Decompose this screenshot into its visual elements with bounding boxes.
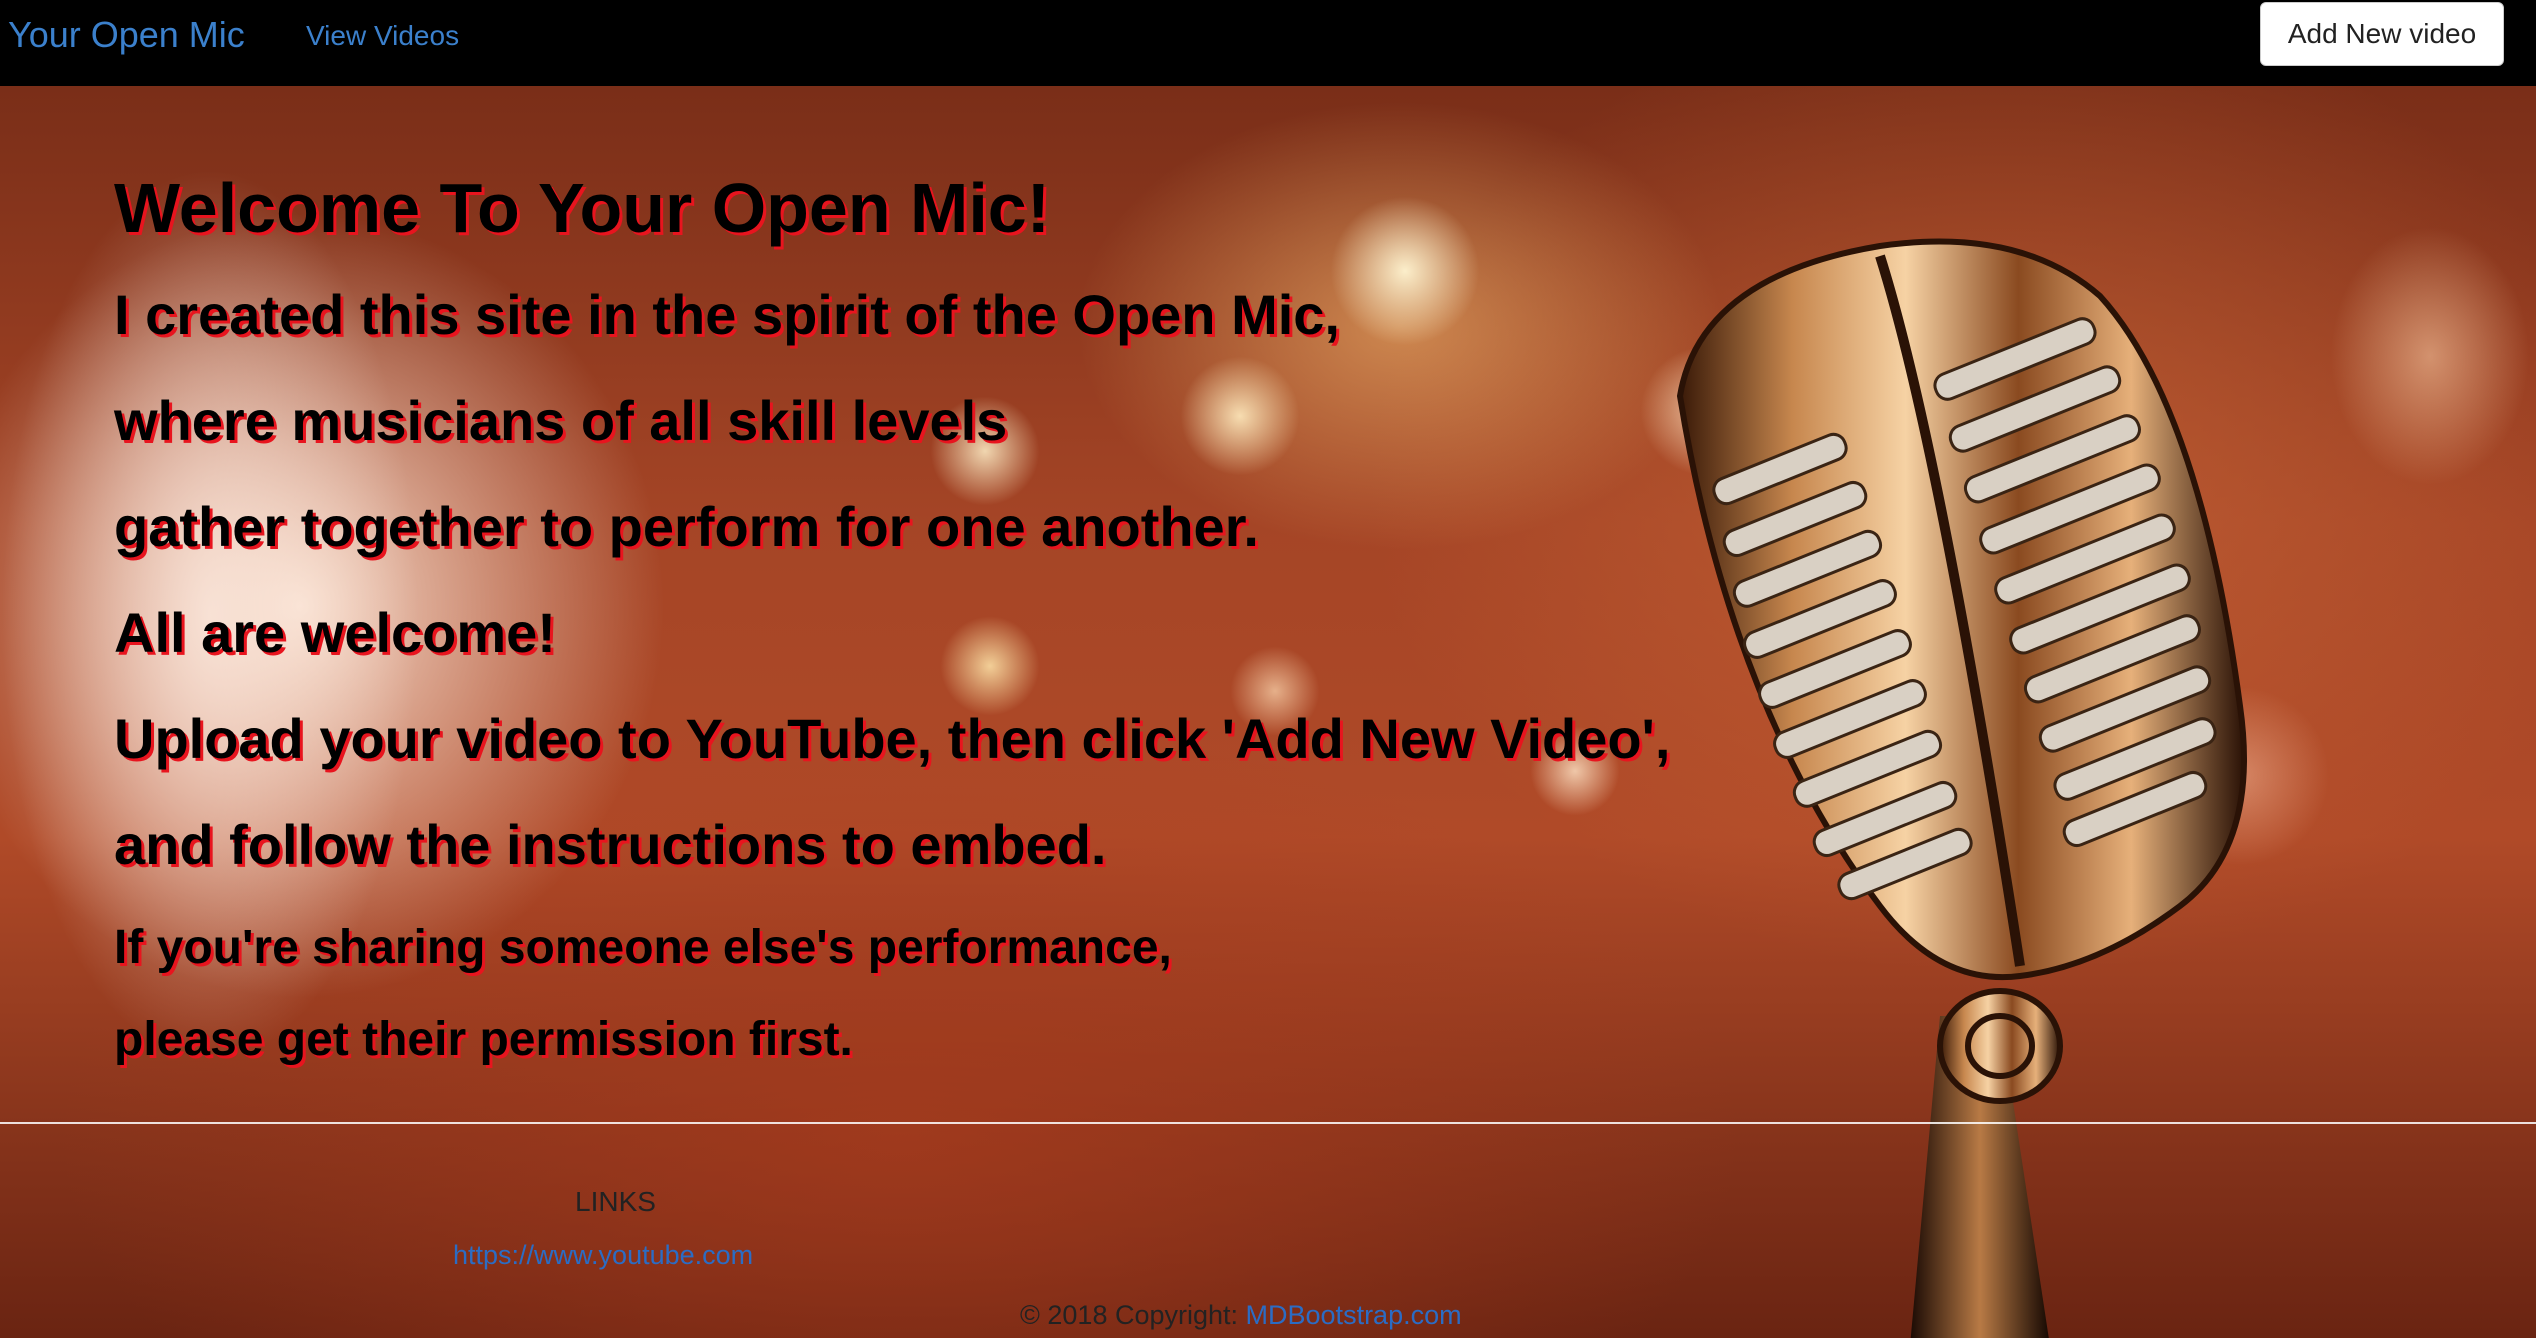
- bokeh-light: [1330, 196, 1480, 346]
- intro-line: and follow the instructions to embed.: [114, 813, 1107, 876]
- links-heading: LINKS: [575, 1186, 656, 1217]
- microphone-illustration: [1676, 238, 2247, 1338]
- navbar: Your Open Mic View Videos Add New video: [0, 0, 2536, 86]
- copyright-prefix: © 2018 Copyright:: [1020, 1300, 1246, 1330]
- bokeh-light: [1180, 356, 1300, 476]
- bokeh-light: [940, 616, 1040, 716]
- youtube-link[interactable]: https://www.youtube.com: [453, 1240, 753, 1271]
- welcome-heading: Welcome To Your Open Mic!: [114, 169, 1051, 247]
- intro-line: If you're sharing someone else's perform…: [114, 921, 1172, 974]
- brand-link[interactable]: Your Open Mic: [8, 14, 245, 56]
- intro-line: I created this site in the spirit of the…: [114, 283, 1340, 346]
- add-new-video-button[interactable]: Add New video: [2260, 2, 2504, 66]
- mdbootstrap-link[interactable]: MDBootstrap.com: [1246, 1300, 1462, 1330]
- bokeh-light: [2330, 226, 2530, 486]
- intro-line: All are welcome!: [114, 601, 556, 664]
- footer-divider: [0, 1122, 2536, 1124]
- copyright-text: © 2018 Copyright: MDBootstrap.com: [1020, 1300, 1462, 1331]
- intro-line: please get their permission first.: [114, 1013, 853, 1066]
- intro-line: where musicians of all skill levels: [114, 389, 1008, 452]
- view-videos-link[interactable]: View Videos: [306, 20, 459, 52]
- intro-line: gather together to perform for one anoth…: [114, 495, 1259, 558]
- intro-line: Upload your video to YouTube, then click…: [114, 707, 1671, 770]
